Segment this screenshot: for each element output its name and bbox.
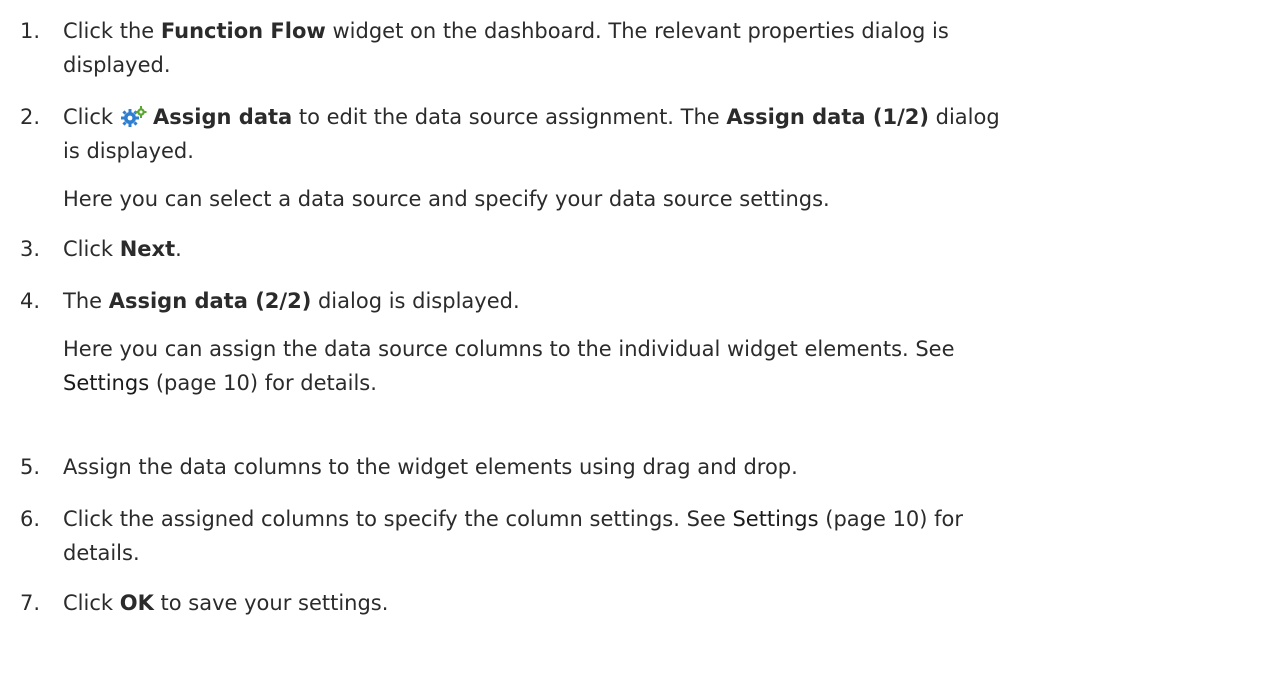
step-number: 1. — [20, 19, 41, 43]
step-body: Click Next. — [63, 232, 1258, 266]
step-body: Click the Function Flow widget on the da… — [63, 14, 1258, 82]
step-line: The Assign data (2/2) dialog is displaye… — [63, 284, 1258, 318]
step-body: Click the assigned columns to specify th… — [63, 502, 1258, 570]
step-line: details. — [63, 541, 140, 565]
text-run: Click — [63, 591, 120, 615]
ui-term-assign-data: Assign data — [153, 105, 293, 129]
instructions-document: 1. Click the Function Flow widget on the… — [0, 0, 1273, 682]
step-line: Click Next. — [63, 232, 1258, 266]
step-note: Settings (page 10) for details. — [63, 366, 1258, 400]
step-body: Click OK to save your settings. — [63, 586, 1258, 620]
step-line: Assign the data columns to the widget el… — [63, 455, 798, 479]
text-run: The — [63, 289, 109, 313]
step-body: Assign the data columns to the widget el… — [63, 450, 1258, 484]
step-number: 3. — [20, 237, 41, 261]
settings-link[interactable]: Settings — [732, 507, 818, 531]
step-number: 4. — [20, 289, 41, 313]
text-run: Click — [63, 237, 120, 261]
ui-term-ok: OK — [119, 591, 154, 615]
text-run: dialog — [928, 105, 1000, 129]
ui-term-assign-data-2-2: Assign data (2/2) — [108, 289, 312, 313]
step-line: Click the Function Flow widget on the da… — [63, 14, 1258, 48]
step-note: Here you can select a data source and sp… — [63, 187, 830, 211]
step-number: 7. — [20, 591, 41, 615]
step-line: Click the assigned columns to specify th… — [63, 502, 1258, 536]
step-body: The Assign data (2/2) dialog is displaye… — [63, 284, 1258, 400]
text-run: widget on the dashboard. The relevant pr… — [325, 19, 949, 43]
ui-term-function-flow: Function Flow — [160, 19, 326, 43]
step-line: displayed. — [63, 53, 171, 77]
step-number: 5. — [20, 455, 41, 479]
text-run: dialog is displayed. — [311, 289, 520, 313]
step-number: 6. — [20, 507, 41, 531]
step-body: Click Assign data to edit the data sourc… — [63, 100, 1258, 216]
text-run: Click the — [63, 19, 161, 43]
text-run: Click — [63, 105, 114, 129]
step-line: is displayed. — [63, 139, 194, 163]
text-run: . — [175, 237, 182, 261]
ui-term-assign-data-1-2: Assign data (1/2) — [726, 105, 929, 129]
step-line: Click Assign data to edit the data sourc… — [63, 100, 1258, 134]
text-run: (page 10) for — [818, 507, 964, 531]
gears-icon — [121, 106, 147, 127]
text-run: to edit the data source assignment. The — [292, 105, 727, 129]
step-number: 2. — [20, 105, 41, 129]
text-run: (page 10) for details. — [149, 371, 377, 395]
step-note: Here you can assign the data source colu… — [63, 337, 955, 361]
text-run: to save your settings. — [153, 591, 389, 615]
text-run: Click the assigned columns to specify th… — [63, 507, 733, 531]
ui-term-next: Next — [119, 237, 176, 261]
settings-link[interactable]: Settings — [63, 371, 149, 395]
step-line: Click OK to save your settings. — [63, 586, 1258, 620]
